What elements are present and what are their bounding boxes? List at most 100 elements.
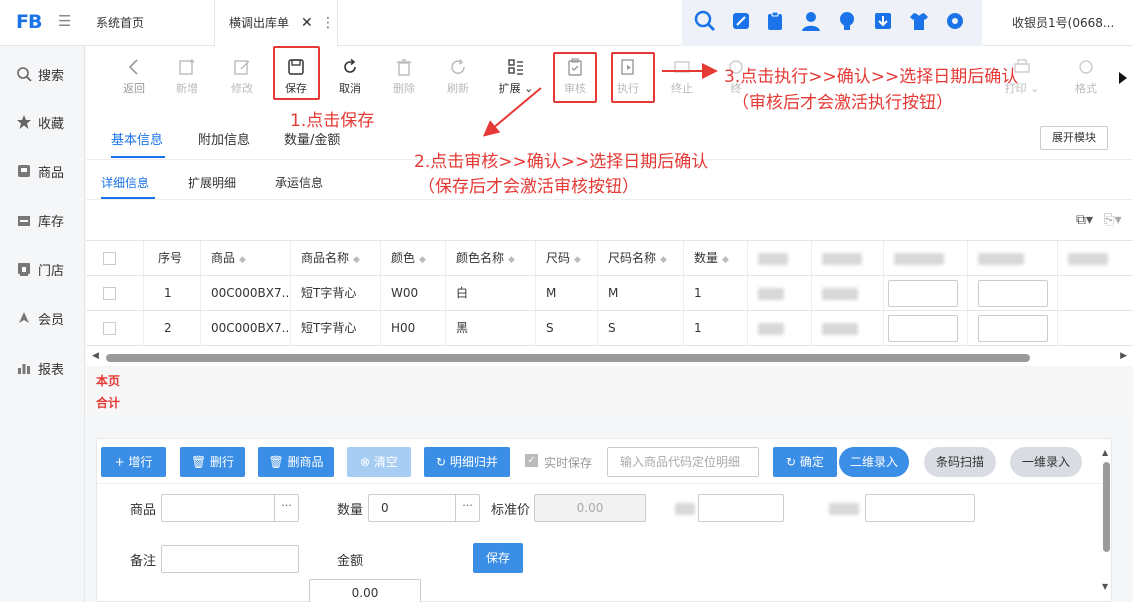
gear-icon[interactable] (944, 10, 966, 32)
scrollbar-thumb[interactable] (106, 354, 1030, 362)
scroll-right-icon[interactable]: ▶ (1120, 351, 1127, 361)
save-detail-button[interactable]: 保存 (473, 543, 523, 573)
sidebar-item-stock[interactable]: 库存 (16, 210, 64, 230)
header-size-name[interactable]: 尺码名称 ◆ (598, 241, 684, 276)
detail-editor: + 增行 🗑 删行 🗑 删商品 ⊗ 清空 ↻ 明细归并 ✓ 实时保存 输入商品代… (96, 438, 1112, 602)
tab-transfer-out[interactable]: 横调出库单 ✕ ⋮ (214, 0, 338, 46)
scroll-up-icon[interactable]: ▲ (1102, 448, 1108, 457)
one-d-entry-button[interactable]: 一维录入 (1010, 447, 1082, 477)
table-row[interactable]: 1 00C000BX7... 短T字背心 W00 白 M M 1 (86, 276, 1133, 311)
tab-home[interactable]: 系统首页 (96, 0, 144, 46)
detail-grid: ⧉▾ ⎘▾ 序号 商品 ◆ 商品名称 ◆ 颜色 ◆ 颜色名称 ◆ 尺码 ◆ 尺码名称 ◆ 数… (86, 200, 1133, 416)
cell-editor[interactable] (978, 280, 1048, 307)
table-row[interactable]: 2 00C000BX7... 短T字背心 H00 黑 S S 1 (86, 311, 1133, 346)
sidebar-item-store[interactable]: 门店 (16, 259, 64, 279)
blurred-input[interactable] (865, 494, 975, 522)
header-color[interactable]: 颜色 ◆ (381, 241, 446, 276)
tab-qty-amount[interactable]: 数量/金额 (284, 129, 340, 148)
delete-row-label: 删行 (210, 455, 235, 469)
scroll-left-icon[interactable]: ◀ (92, 351, 99, 361)
sidebar-item-report[interactable]: 报表 (16, 358, 64, 378)
row-checkbox[interactable] (86, 276, 144, 311)
sidebar-item-favorites[interactable]: 收藏 (16, 112, 64, 132)
audit-highlight-box (553, 52, 597, 103)
locate-detail-input[interactable]: 输入商品代码定位明细 (607, 447, 759, 477)
format-button[interactable]: 格式 (1064, 58, 1108, 96)
user-name[interactable]: 收银员1号(0668... (1012, 14, 1114, 31)
confirm-button[interactable]: ↻ 确定 (773, 447, 837, 477)
std-price-label: 标准价 (491, 503, 531, 518)
cell-empty (1058, 276, 1133, 311)
qr-entry-button[interactable]: 二维录入 (839, 447, 909, 477)
header-qty[interactable]: 数量 ◆ (684, 241, 748, 276)
tab-extended-detail[interactable]: 扩展明细 (188, 174, 236, 191)
blurred-input[interactable] (698, 494, 784, 522)
delete-goods-button[interactable]: 🗑 删商品 (258, 447, 334, 477)
back-button[interactable]: 返回 (112, 58, 156, 96)
edit-button[interactable]: 修改 (220, 58, 264, 96)
chevron-right-icon[interactable] (1118, 72, 1128, 84)
more-options-icon[interactable]: ··· (455, 495, 479, 521)
delete-button[interactable]: 删除 (382, 58, 426, 96)
qty-input[interactable]: 0 ··· (368, 494, 480, 522)
menu-fold-icon[interactable]: ☰ (58, 12, 71, 30)
close-icon[interactable]: ✕ (301, 0, 313, 46)
cell-editor[interactable] (888, 315, 958, 342)
cell-editor[interactable] (978, 315, 1048, 342)
cell-input (968, 276, 1058, 311)
tab-extra-info[interactable]: 附加信息 (198, 129, 250, 148)
app-logo: FB (16, 11, 42, 33)
column-settings-icon[interactable]: ⎘▾ (1103, 212, 1121, 228)
merge-detail-button[interactable]: ↻ 明细归并 (424, 447, 510, 477)
clipboard-icon[interactable] (764, 10, 786, 32)
vertical-scrollbar[interactable]: ▲ ▼ (1100, 448, 1114, 596)
copy-icon[interactable]: ⧉▾ (1076, 212, 1093, 228)
clear-button[interactable]: ⊗ 清空 (347, 447, 411, 477)
amount-input[interactable]: 0.00 (309, 579, 421, 602)
tab-shipping-info[interactable]: 承运信息 (275, 174, 323, 191)
cell-empty (1058, 311, 1133, 346)
select-all-checkbox[interactable] (86, 241, 144, 276)
goods-input[interactable]: ··· (161, 494, 299, 522)
bulb-icon[interactable] (836, 10, 858, 32)
edit-icon[interactable] (730, 10, 752, 32)
cancel-button[interactable]: 取消 (328, 58, 372, 96)
sidebar-item-member[interactable]: 会员 (16, 308, 64, 328)
header-goods[interactable]: 商品 ◆ (201, 241, 291, 276)
header-size[interactable]: 尺码 ◆ (536, 241, 598, 276)
new-button[interactable]: 新增 (165, 58, 209, 96)
scrollbar-thumb[interactable] (1103, 462, 1110, 552)
cell-editor[interactable] (888, 280, 958, 307)
add-row-button[interactable]: + 增行 (101, 447, 166, 477)
row-checkbox[interactable] (86, 311, 144, 346)
tab-detail-info[interactable]: 详细信息 (101, 174, 149, 191)
delete-row-button[interactable]: 🗑 删行 (180, 447, 245, 477)
sidebar-item-search[interactable]: 搜索 (16, 64, 64, 84)
terminate-button[interactable]: 终止 (660, 58, 704, 96)
cell-color-name: 黑 (446, 311, 536, 346)
execute-highlight-box (611, 52, 655, 103)
horizontal-scrollbar[interactable]: ◀ ▶ (92, 351, 1127, 364)
sidebar-item-goods[interactable]: 商品 (16, 161, 64, 181)
header-blurred-2 (812, 241, 884, 276)
remark-input[interactable] (161, 545, 299, 573)
expand-modules-button[interactable]: 展开模块 (1040, 126, 1108, 150)
extend-button[interactable]: 扩展 ⌄ (492, 58, 540, 96)
refresh-button[interactable]: 刷新 (436, 58, 480, 96)
download-icon[interactable] (872, 10, 894, 32)
search-icon[interactable] (694, 10, 716, 32)
header-color-name[interactable]: 颜色名称 ◆ (446, 241, 536, 276)
refresh-label: 刷新 (447, 82, 469, 95)
realtime-save-checkbox[interactable]: ✓ (525, 454, 538, 467)
tab-basic-info[interactable]: 基本信息 (111, 129, 163, 148)
header-goods-name[interactable]: 商品名称 ◆ (291, 241, 381, 276)
edit-icon (234, 60, 250, 75)
scroll-down-icon[interactable]: ▼ (1102, 582, 1108, 591)
barcode-scan-button[interactable]: 条码扫描 (924, 447, 996, 477)
more-options-icon[interactable]: ··· (274, 495, 298, 521)
shirt-icon[interactable] (908, 10, 930, 32)
store-icon (18, 263, 30, 276)
sidebar-item-label: 会员 (38, 312, 65, 328)
user-icon[interactable] (800, 10, 822, 32)
more-icon[interactable]: ⋮ (321, 0, 335, 46)
